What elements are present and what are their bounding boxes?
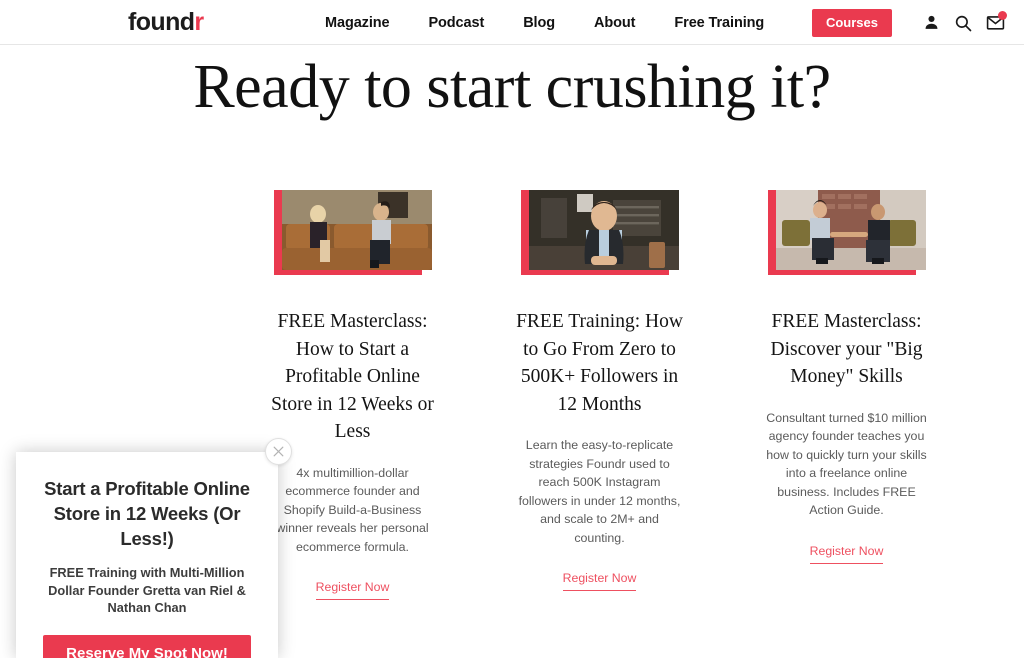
card-thumbnail[interactable] <box>273 190 432 278</box>
nav-item-blog[interactable]: Blog <box>523 15 555 31</box>
mail-notification-badge <box>998 10 1007 20</box>
logo-text-accent: r <box>194 8 204 36</box>
user-icon[interactable] <box>920 12 942 34</box>
two-people-on-couch-thumbnail <box>281 190 432 270</box>
card-description: 4x multimillion-dollar ecommerce founder… <box>276 465 429 554</box>
popup-subtitle: FREE Training with Multi-Million Dollar … <box>48 565 246 615</box>
close-icon[interactable] <box>265 438 292 465</box>
nav-item-about[interactable]: About <box>594 15 635 31</box>
page-root: foundr Magazine Podcast Blog About Free … <box>0 0 1024 658</box>
search-icon[interactable] <box>952 12 974 34</box>
site-logo[interactable]: foundr <box>128 9 204 36</box>
main-navigation: Magazine Podcast Blog About Free Trainin… <box>325 0 764 45</box>
promo-popup: Start a Profitable Online Store in 12 We… <box>16 438 292 658</box>
card-thumbnail[interactable] <box>520 190 679 278</box>
page-title: Ready to start crushing it? <box>193 53 831 121</box>
card-title: FREE Masterclass: How to Start a Profita… <box>271 311 434 442</box>
offer-card: FREE Masterclass: Discover your "Big Mon… <box>734 190 959 600</box>
card-description: Consultant turned $10 million agency fou… <box>766 410 927 518</box>
register-now-link[interactable]: Register Now <box>809 544 884 564</box>
reserve-my-spot-button[interactable]: Reserve My Spot Now! <box>43 634 251 658</box>
courses-button[interactable]: Courses <box>811 8 892 37</box>
offer-card: FREE Training: How to Go From Zero to 50… <box>487 190 712 600</box>
register-now-link[interactable]: Register Now <box>562 571 637 591</box>
site-header: foundr Magazine Podcast Blog About Free … <box>0 0 1024 45</box>
card-title: FREE Training: How to Go From Zero to 50… <box>516 311 683 415</box>
two-men-shaking-hands-thumbnail <box>775 190 926 270</box>
man-speaking-to-camera-thumbnail <box>528 190 679 270</box>
logo-text-main: found <box>128 8 195 36</box>
nav-item-podcast[interactable]: Podcast <box>428 15 484 31</box>
card-cta-wrap: Register Now <box>315 578 390 600</box>
card-thumbnail[interactable] <box>767 190 926 278</box>
nav-item-free-training[interactable]: Free Training <box>674 15 764 31</box>
register-now-link[interactable]: Register Now <box>315 580 390 600</box>
mail-icon[interactable] <box>984 10 1007 34</box>
nav-item-magazine[interactable]: Magazine <box>325 15 390 31</box>
header-actions: Courses <box>811 0 1007 45</box>
popup-title: Start a Profitable Online Store in 12 We… <box>44 478 250 549</box>
card-cta-wrap: Register Now <box>562 569 637 591</box>
card-description: Learn the easy-to-replicate strategies F… <box>518 438 681 545</box>
offer-card-list: FREE Masterclass: How to Start a Profita… <box>240 190 960 600</box>
card-cta-wrap: Register Now <box>809 542 884 564</box>
card-title: FREE Masterclass: Discover your "Big Mon… <box>770 311 923 387</box>
